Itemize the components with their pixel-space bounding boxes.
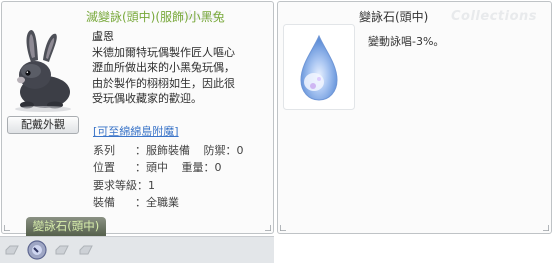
- corner-mark-icon: [265, 225, 271, 231]
- weight-label: 重量: [181, 161, 204, 175]
- item-info-window: tions 滅變詠(頭中)(服飾)小黑兔 配戴外觀 盧恩 米德加爾特玩偶製作匠人…: [1, 1, 274, 234]
- series-label: 系列: [93, 144, 115, 157]
- empty-slot-icon[interactable]: [4, 245, 20, 255]
- description-line: 受玩偶收藏家的歡迎。: [92, 92, 202, 105]
- empty-slot-icon[interactable]: [54, 245, 70, 255]
- defense-label: 防禦: [203, 144, 226, 157]
- card-info-window: Collections 變詠石(頭中) 變動詠唱-3%。: [277, 1, 552, 234]
- level-label: 要求等級: [93, 178, 137, 192]
- defense-value: 0: [236, 144, 244, 157]
- corner-mark-icon: [280, 225, 286, 231]
- card-slot-tab[interactable]: 變詠石(頭中): [26, 217, 106, 236]
- equip-label: 裝備: [93, 195, 115, 209]
- series-value: 服飾裝備: [146, 144, 190, 157]
- description-line: 由於製作的栩栩如生，因此很: [92, 76, 235, 90]
- item-properties: 系列 ：服飾裝備 防禦：0 位置 ：頭中 重量：0 要求等級：1 裝備 ：全職業: [93, 142, 244, 211]
- description-line: 瀝血所做出來的小黑兔玩偶，: [92, 61, 235, 74]
- corner-mark-icon: [4, 225, 10, 231]
- enchant-link[interactable]: [可至綿綿島附魔]: [93, 123, 179, 139]
- card-title: 變詠石(頭中): [359, 10, 429, 24]
- item-picture-bunny: [7, 26, 79, 114]
- prop-row-series: 系列 ：服飾裝備 防禦：0: [93, 142, 244, 159]
- enchant-orb-slot-icon[interactable]: [26, 239, 48, 261]
- position-value: 頭中: [146, 161, 168, 175]
- corner-mark-icon: [543, 225, 549, 231]
- card-description: 變動詠唱-3%。: [368, 35, 445, 48]
- prop-row-level: 要求等級：1: [93, 178, 155, 192]
- level-value: 1: [148, 178, 155, 192]
- card-slot-bar: [0, 236, 274, 263]
- item-title: 滅變詠(頭中)(服飾)小黑兔: [86, 10, 225, 24]
- description-line: 米德加爾特玩偶製作匠人嘔心: [92, 45, 235, 59]
- card-picture-water-drop: [283, 24, 355, 110]
- view-appearance-button[interactable]: 配戴外觀: [7, 116, 79, 134]
- weight-value: 0: [214, 161, 222, 175]
- description-line: 盧恩: [92, 30, 114, 43]
- empty-slot-icon[interactable]: [78, 245, 94, 255]
- prop-row-equip: 裝備 ：全職業: [93, 194, 244, 211]
- prop-row-position: 位置 ：頭中 重量：0: [93, 159, 244, 176]
- equip-value: 全職業: [146, 195, 179, 209]
- watermark: Collections: [451, 9, 538, 24]
- position-label: 位置: [93, 161, 115, 175]
- item-description: 盧恩 米德加爾特玩偶製作匠人嘔心 瀝血所做出來的小黑兔玩偶， 由於製作的栩栩如生…: [92, 29, 272, 107]
